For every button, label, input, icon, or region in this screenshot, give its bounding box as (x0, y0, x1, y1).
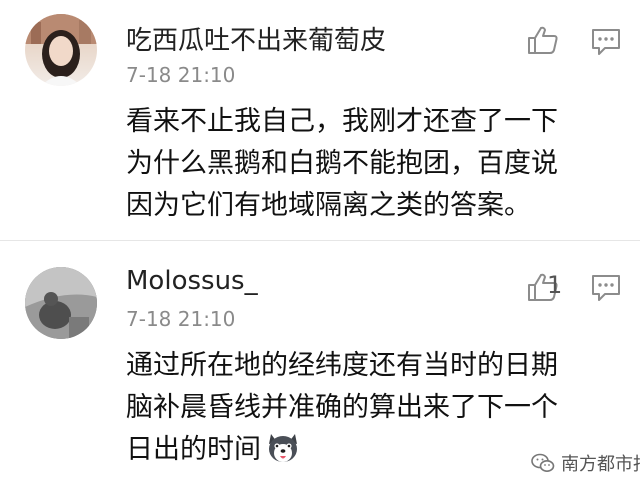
comment-line: 通过所在地的经纬度还有当时的日期 (126, 350, 558, 381)
comment-line-text: 日出的时间 (126, 434, 261, 465)
avatar-photo (25, 267, 97, 339)
comment-icon (592, 275, 620, 301)
comment-line: 为什么黑鹅和白鹅不能抱团，百度说 (126, 148, 558, 179)
reply-button[interactable] (591, 274, 621, 302)
avatar[interactable] (25, 267, 97, 339)
comment-line: 因为它们有地域隔离之类的答案。 (126, 190, 531, 221)
like-button[interactable] (527, 25, 559, 55)
avatar[interactable] (25, 14, 97, 86)
avatar-photo (25, 14, 97, 86)
comment-text: 看来不止我自己，我刚才还查了一下 为什么黑鹅和白鹅不能抱团，百度说 因为它们有地… (126, 101, 626, 227)
husky-dog-emoji-icon (265, 430, 301, 464)
comment-username[interactable]: 吃西瓜吐不出来葡萄皮 (126, 20, 386, 57)
reply-button[interactable] (591, 28, 621, 56)
watermark-text: 南方都市报 (561, 454, 640, 475)
thumbs-up-icon (528, 26, 558, 54)
comment-line: 脑补晨昏线并准确的算出来了下一个 (126, 392, 558, 423)
comment-item: 吃西瓜吐不出来葡萄皮 7-18 21:10 看来不止我自己，我刚才还查了一下 为… (0, 0, 640, 240)
comment-time: 7-18 21:10 (126, 63, 236, 87)
wechat-icon (531, 453, 555, 472)
watermark: 南方都市报 (531, 452, 640, 475)
comment-icon (592, 29, 620, 55)
comment-time: 7-18 21:10 (126, 307, 236, 331)
like-count: 1 (547, 271, 563, 299)
comment-item: Molossus_ 7-18 21:10 通过所在地的经纬度还有当时的日期 脑补… (0, 241, 640, 488)
comment-line: 看来不止我自己，我刚才还查了一下 (126, 106, 558, 137)
comment-username[interactable]: Molossus_ (126, 266, 258, 296)
